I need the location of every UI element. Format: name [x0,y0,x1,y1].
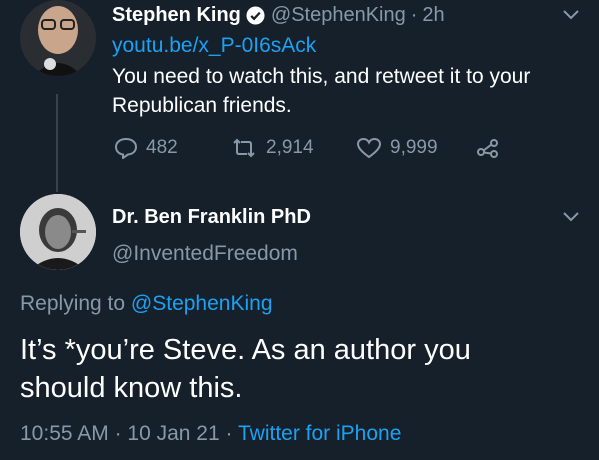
tweet-time[interactable]: 2h [422,4,444,27]
tweet-link[interactable]: youtu.be/x_P-0I6sAck [112,34,316,58]
reply-author-name[interactable]: Dr. Ben Franklin PhD [112,206,311,229]
reply-time: 10:55 AM [20,422,109,445]
share-button[interactable] [476,137,500,159]
replying-to: Replying to @StephenKing [20,292,273,316]
reply-chevron-down-icon[interactable] [562,210,580,228]
retweet-icon [230,137,258,159]
like-button[interactable]: 9,999 [356,137,438,159]
reply-date: 10 Jan 21 [127,422,220,445]
replying-to-handle[interactable]: @StephenKing [131,292,273,315]
avatar-ben-franklin[interactable] [20,194,96,270]
reply-icon [114,137,138,159]
meta-separator: · [114,422,122,445]
reply-author-handle[interactable]: @InventedFreedom [112,242,298,266]
meta-separator-2: · [225,422,233,445]
share-icon [476,137,500,159]
reply-client[interactable]: Twitter for iPhone [238,422,401,445]
verified-icon [246,6,265,25]
reply-meta: 10:55 AM · 10 Jan 21 · Twitter for iPhon… [20,422,401,446]
avatar-stephen-king[interactable] [20,0,96,76]
chevron-down-icon[interactable] [562,8,580,26]
reply-text-line1: It’s *you’re Steve. As an author you [20,334,471,366]
thread-line [56,94,58,192]
author-name[interactable]: Stephen King [112,4,241,27]
reply-text-line2: should know this. [20,372,243,404]
replying-prefix: Replying to [20,292,126,315]
tweet-text-line2: Republican friends. [112,94,292,117]
tweet-text-line1: You need to watch this, and retweet it t… [112,65,531,88]
like-icon [356,137,382,159]
author-handle[interactable]: @StephenKing [271,4,406,27]
retweet-count: 2,914 [266,137,314,158]
reply-button[interactable]: 482 [114,137,178,159]
retweet-button[interactable]: 2,914 [230,137,314,159]
separator: · [410,4,418,26]
like-count: 9,999 [390,137,438,158]
parent-tweet-header: Stephen King @StephenKing · 2h [112,4,445,27]
reply-count: 482 [146,137,178,158]
